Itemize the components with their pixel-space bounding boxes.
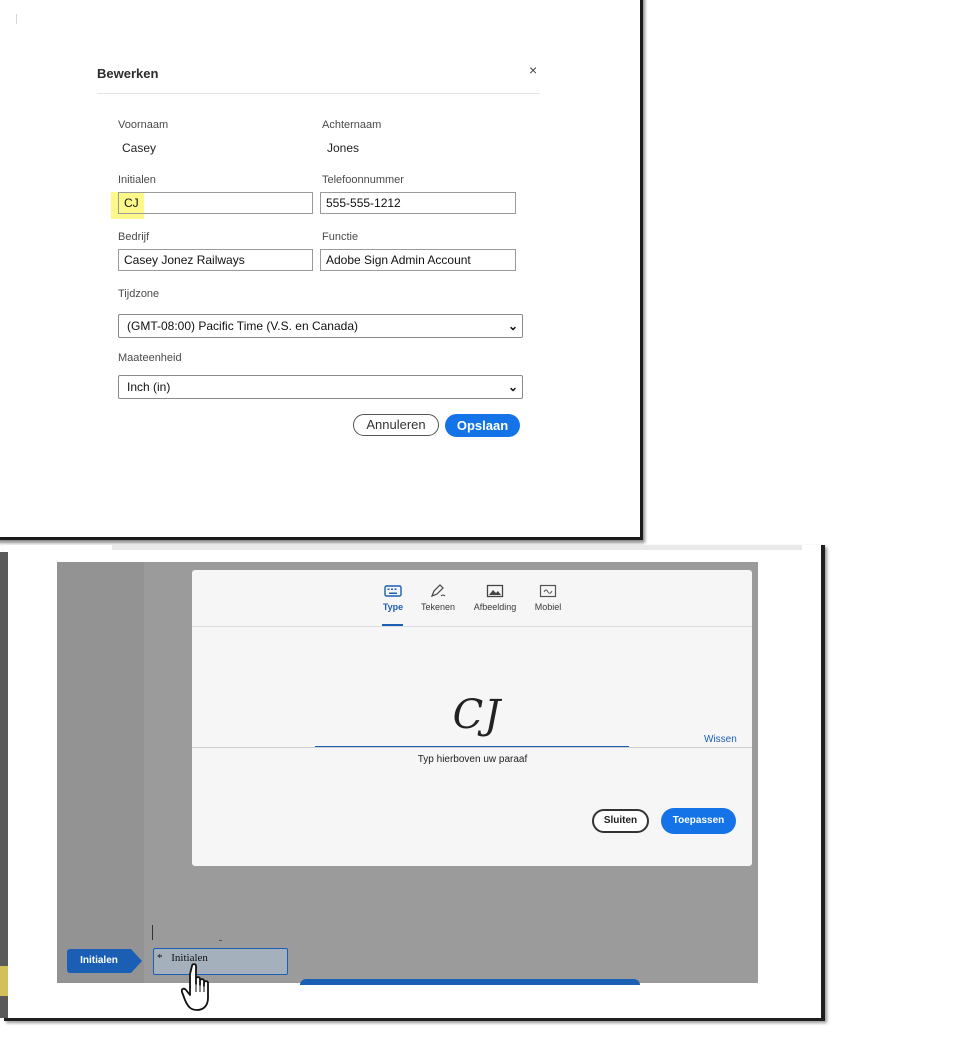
unit-label: Maateenheid xyxy=(118,352,182,364)
tab-draw[interactable]: Tekenen xyxy=(418,584,458,612)
clear-link[interactable]: Wissen xyxy=(704,734,737,745)
timezone-select[interactable]: (GMT-08:00) Pacific Time (V.S. en Canada… xyxy=(118,314,523,338)
phone-label: Telefoonnummer xyxy=(322,174,404,186)
timezone-value: (GMT-08:00) Pacific Time (V.S. en Canada… xyxy=(127,319,358,333)
tab-mobile[interactable]: Mobiel xyxy=(530,584,566,612)
tab-image-label: Afbeelding xyxy=(473,602,517,612)
cancel-button[interactable]: Annuleren xyxy=(353,414,439,436)
close-button[interactable]: Sluiten xyxy=(592,809,649,833)
chevron-down-icon: ⌄ xyxy=(507,380,518,394)
tabs-divider xyxy=(192,626,752,627)
field-tag-arrow xyxy=(131,949,142,973)
first-name-label: Voornaam xyxy=(118,119,169,131)
last-name-label: Achternaam xyxy=(322,119,382,131)
hand-pointer-icon xyxy=(181,963,209,1011)
text-caret xyxy=(152,925,153,940)
field-tag[interactable]: Initialen xyxy=(67,949,131,973)
function-label: Functie xyxy=(322,231,359,243)
divider xyxy=(16,14,17,24)
first-name-value: Casey xyxy=(122,141,157,155)
mobile-icon xyxy=(539,584,557,598)
phone-field[interactable]: 555-555-1212 xyxy=(320,192,516,214)
toolbar-strip xyxy=(112,545,802,550)
timezone-label: Tijdzone xyxy=(118,288,160,300)
save-button[interactable]: Opslaan xyxy=(445,414,520,437)
company-field[interactable]: Casey Jonez Railways xyxy=(118,249,313,271)
chevron-down-icon: ⌄ xyxy=(507,319,518,333)
function-field[interactable]: Adobe Sign Admin Account xyxy=(320,249,516,271)
image-icon xyxy=(486,584,504,598)
dialog-title: Bewerken xyxy=(97,66,159,81)
signature-input-line[interactable] xyxy=(315,746,629,747)
tab-image[interactable]: Afbeelding xyxy=(470,584,520,612)
required-marker: * xyxy=(157,952,163,964)
signature-baseline xyxy=(192,747,752,748)
footer-bar xyxy=(300,979,640,985)
tab-type-label: Type xyxy=(382,602,404,612)
close-icon[interactable]: × xyxy=(529,62,537,78)
unit-value: Inch (in) xyxy=(127,380,171,394)
window-edge xyxy=(0,552,8,1018)
tab-draw-label: Tekenen xyxy=(420,602,456,612)
window-edge-accent xyxy=(0,966,8,996)
divider xyxy=(219,940,222,941)
pen-draw-icon xyxy=(430,584,446,598)
keyboard-icon xyxy=(384,585,402,597)
last-name-value: Jones xyxy=(327,141,360,155)
unit-select[interactable]: Inch (in) ⌄ xyxy=(118,375,523,399)
page-margin xyxy=(57,562,144,983)
dialog-divider xyxy=(97,93,540,94)
initials-label: Initialen xyxy=(118,174,156,186)
typed-initials: CJ xyxy=(452,692,502,738)
apply-button[interactable]: Toepassen xyxy=(661,808,736,834)
company-label: Bedrijf xyxy=(118,231,150,243)
initials-field[interactable]: CJ xyxy=(118,192,313,214)
tab-mobile-label: Mobiel xyxy=(534,602,562,612)
signature-hint: Typ hierboven uw paraaf xyxy=(417,754,528,765)
tab-type[interactable]: Type xyxy=(376,584,410,612)
